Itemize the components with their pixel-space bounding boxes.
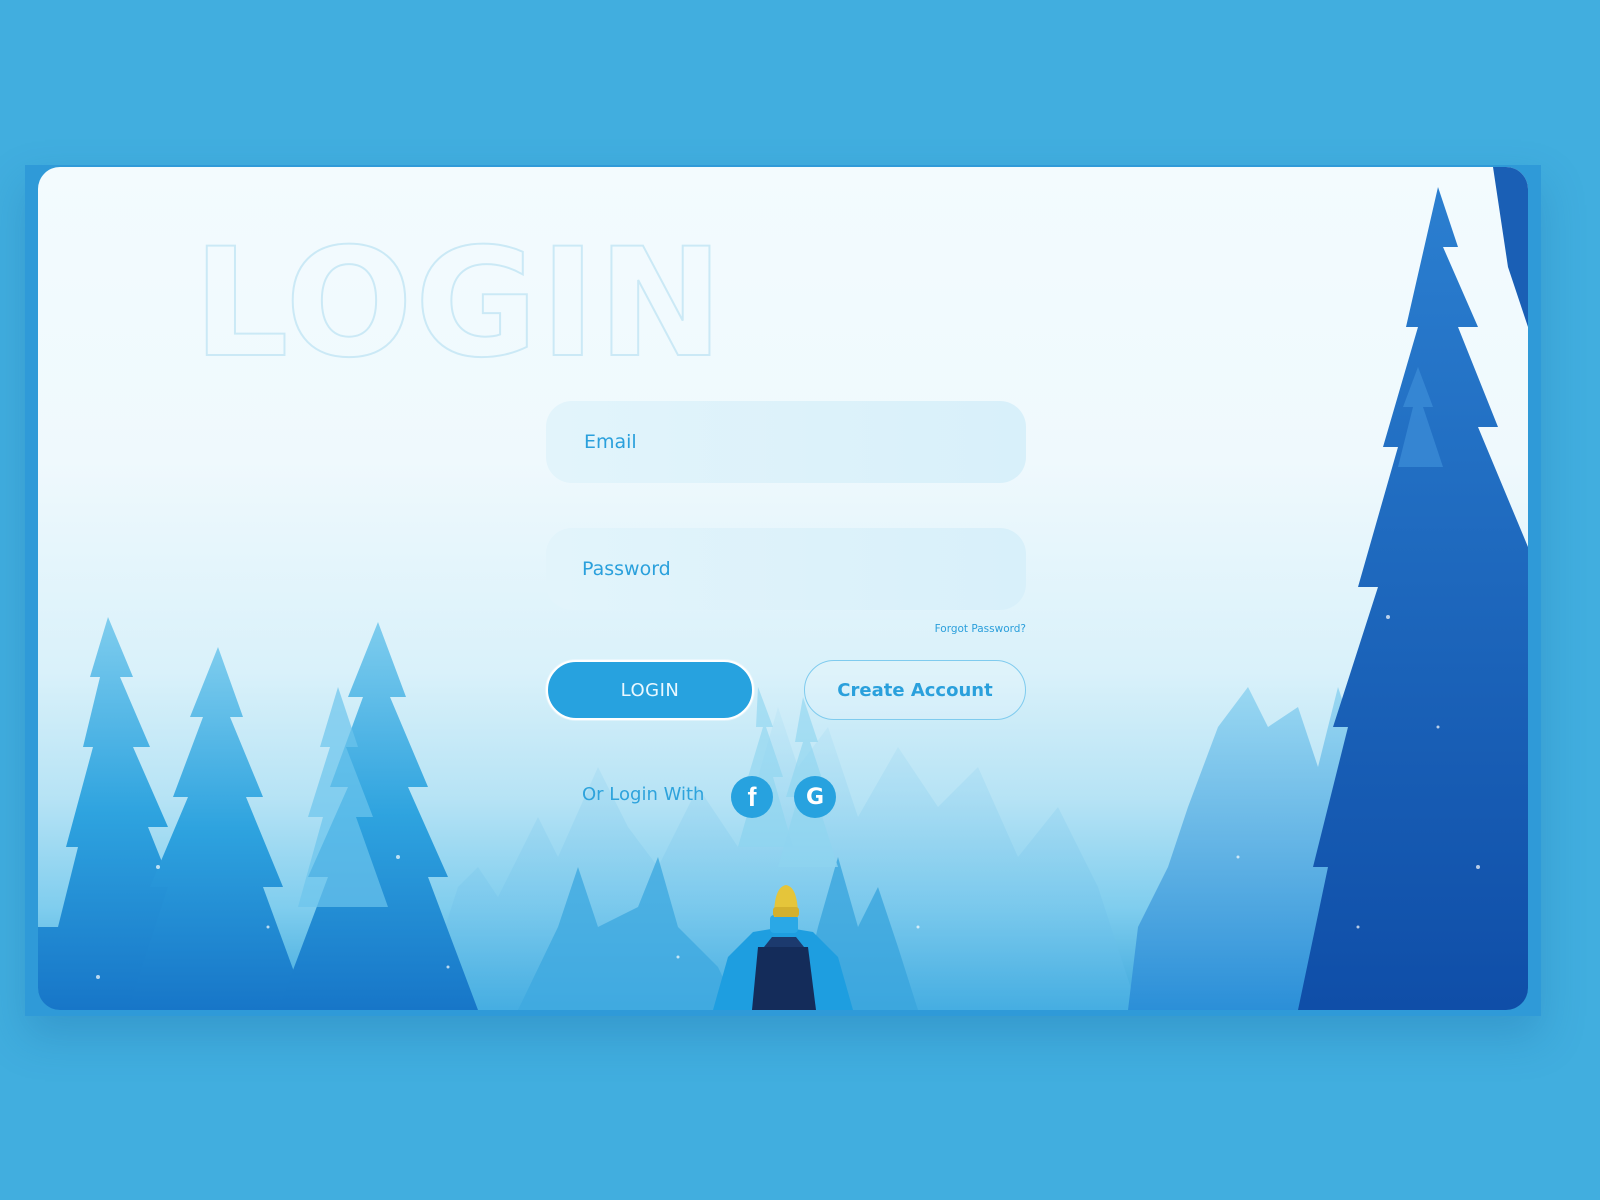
left-pines — [38, 617, 478, 1010]
or-login-with-label: Or Login With — [582, 784, 705, 805]
right-trees — [1128, 167, 1528, 1010]
facebook-login-button[interactable]: f — [731, 776, 773, 818]
login-button[interactable]: LOGIN — [546, 660, 754, 720]
facebook-icon: f — [747, 781, 757, 812]
login-card: LOGIN Forgot Password? LOGIN Create Acco… — [38, 167, 1528, 1010]
password-input[interactable] — [546, 528, 1026, 610]
email-field-container — [546, 401, 1026, 483]
google-login-button[interactable]: G — [794, 776, 836, 818]
create-account-button[interactable]: Create Account — [804, 660, 1026, 720]
email-input[interactable] — [546, 401, 1026, 483]
password-field-container — [546, 528, 1026, 610]
forgot-password-link[interactable]: Forgot Password? — [888, 623, 1026, 635]
login-outline-title: LOGIN — [192, 217, 726, 391]
google-icon: G — [805, 784, 825, 810]
